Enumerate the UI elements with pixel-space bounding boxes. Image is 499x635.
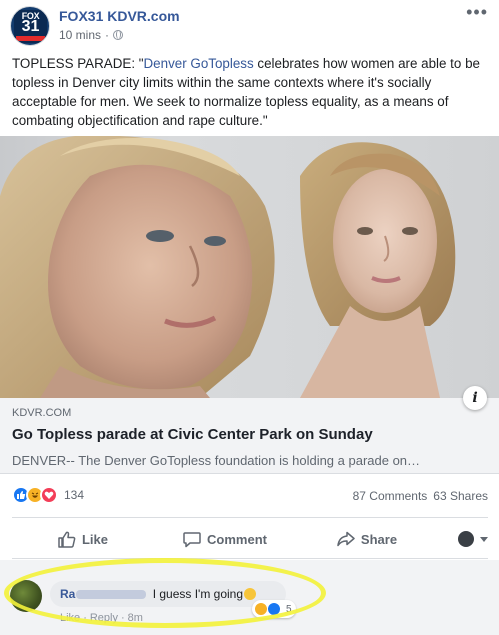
post-text: TOPLESS PARADE: "Denver GoTopless celebr… [12,54,490,130]
engagement-stats: 134 87 Comments 63 Shares [12,486,488,506]
post-as-selector[interactable] [438,531,488,547]
chevron-down-icon [480,536,488,542]
link-title[interactable]: Go Topless parade at Civic Center Park o… [12,426,373,443]
comment-button[interactable]: Comment [154,531,296,548]
page-name[interactable]: FOX31 KDVR.com [59,8,180,24]
blurred-name [76,590,147,600]
post-meta: 10 mins · [59,28,124,42]
link-domain: KDVR.COM [12,407,72,419]
link-image[interactable] [0,136,499,398]
comment-reaction-count: 5 [286,603,292,615]
haha-icon [254,602,268,616]
like-label: Like [81,531,108,547]
comment-meta: Like · Reply · 8m [60,612,143,624]
actions-divider [12,558,488,559]
post-time[interactable]: 10 mins [59,28,101,42]
grin-emoji-icon [244,588,257,600]
comments-shares: 87 Comments 63 Shares [353,489,488,503]
commenter-avatar[interactable] [10,580,42,612]
comment-reply-link[interactable]: Reply [90,612,118,624]
globe-icon [113,30,124,40]
comment-bubble: Ra I guess I'm going [50,581,286,607]
page-avatar[interactable]: FOX 31 [10,6,50,46]
comments-count[interactable]: 87 Comments [353,489,428,503]
comment-meta-separator: · [83,612,87,624]
link-description: DENVER-- The Denver GoTopless foundation… [12,453,421,468]
reaction-summary[interactable]: 134 [12,486,84,504]
shares-count[interactable]: 63 Shares [433,489,488,503]
share-label: Share [360,531,398,547]
share-button[interactable]: Share [296,531,438,547]
like-button[interactable]: Like [12,531,154,548]
logo-bar [16,36,45,41]
comment-reactions[interactable]: 5 [252,600,296,618]
post-header: FOX 31 FOX31 KDVR.com 10 mins · ••• [10,2,490,48]
commenter-name[interactable]: Ra [60,587,75,601]
thumbs-up-icon [58,531,76,548]
hashtag-link[interactable]: Denver GoTopless [144,56,254,71]
comment-text: I guess I'm going [152,587,244,601]
link-preview[interactable]: i KDVR.COM Go Topless parade at Civic Ce… [0,386,499,474]
love-icon [40,486,58,504]
like-icon [267,602,281,616]
logo-number: 31 [21,18,40,35]
share-icon [337,531,355,547]
comment-label: Comment [207,531,267,547]
two-women-photo [0,136,456,398]
comment-like-link[interactable]: Like [60,612,80,624]
info-icon[interactable]: i [463,386,487,410]
reaction-count: 134 [64,488,85,502]
action-bar: Like Comment Share [12,521,488,557]
comment-meta-separator-2: · [120,612,125,624]
user-avatar [458,531,474,547]
comments-section: Ra I guess I'm going 5 Like · Reply · 8m [0,560,499,635]
comment-time[interactable]: 8m [128,612,143,624]
post-text-prefix: TOPLESS PARADE: " [12,56,144,71]
more-options-icon[interactable]: ••• [466,2,488,23]
stats-divider [12,517,488,518]
meta-separator: · [105,28,110,42]
comment-icon [183,531,201,547]
